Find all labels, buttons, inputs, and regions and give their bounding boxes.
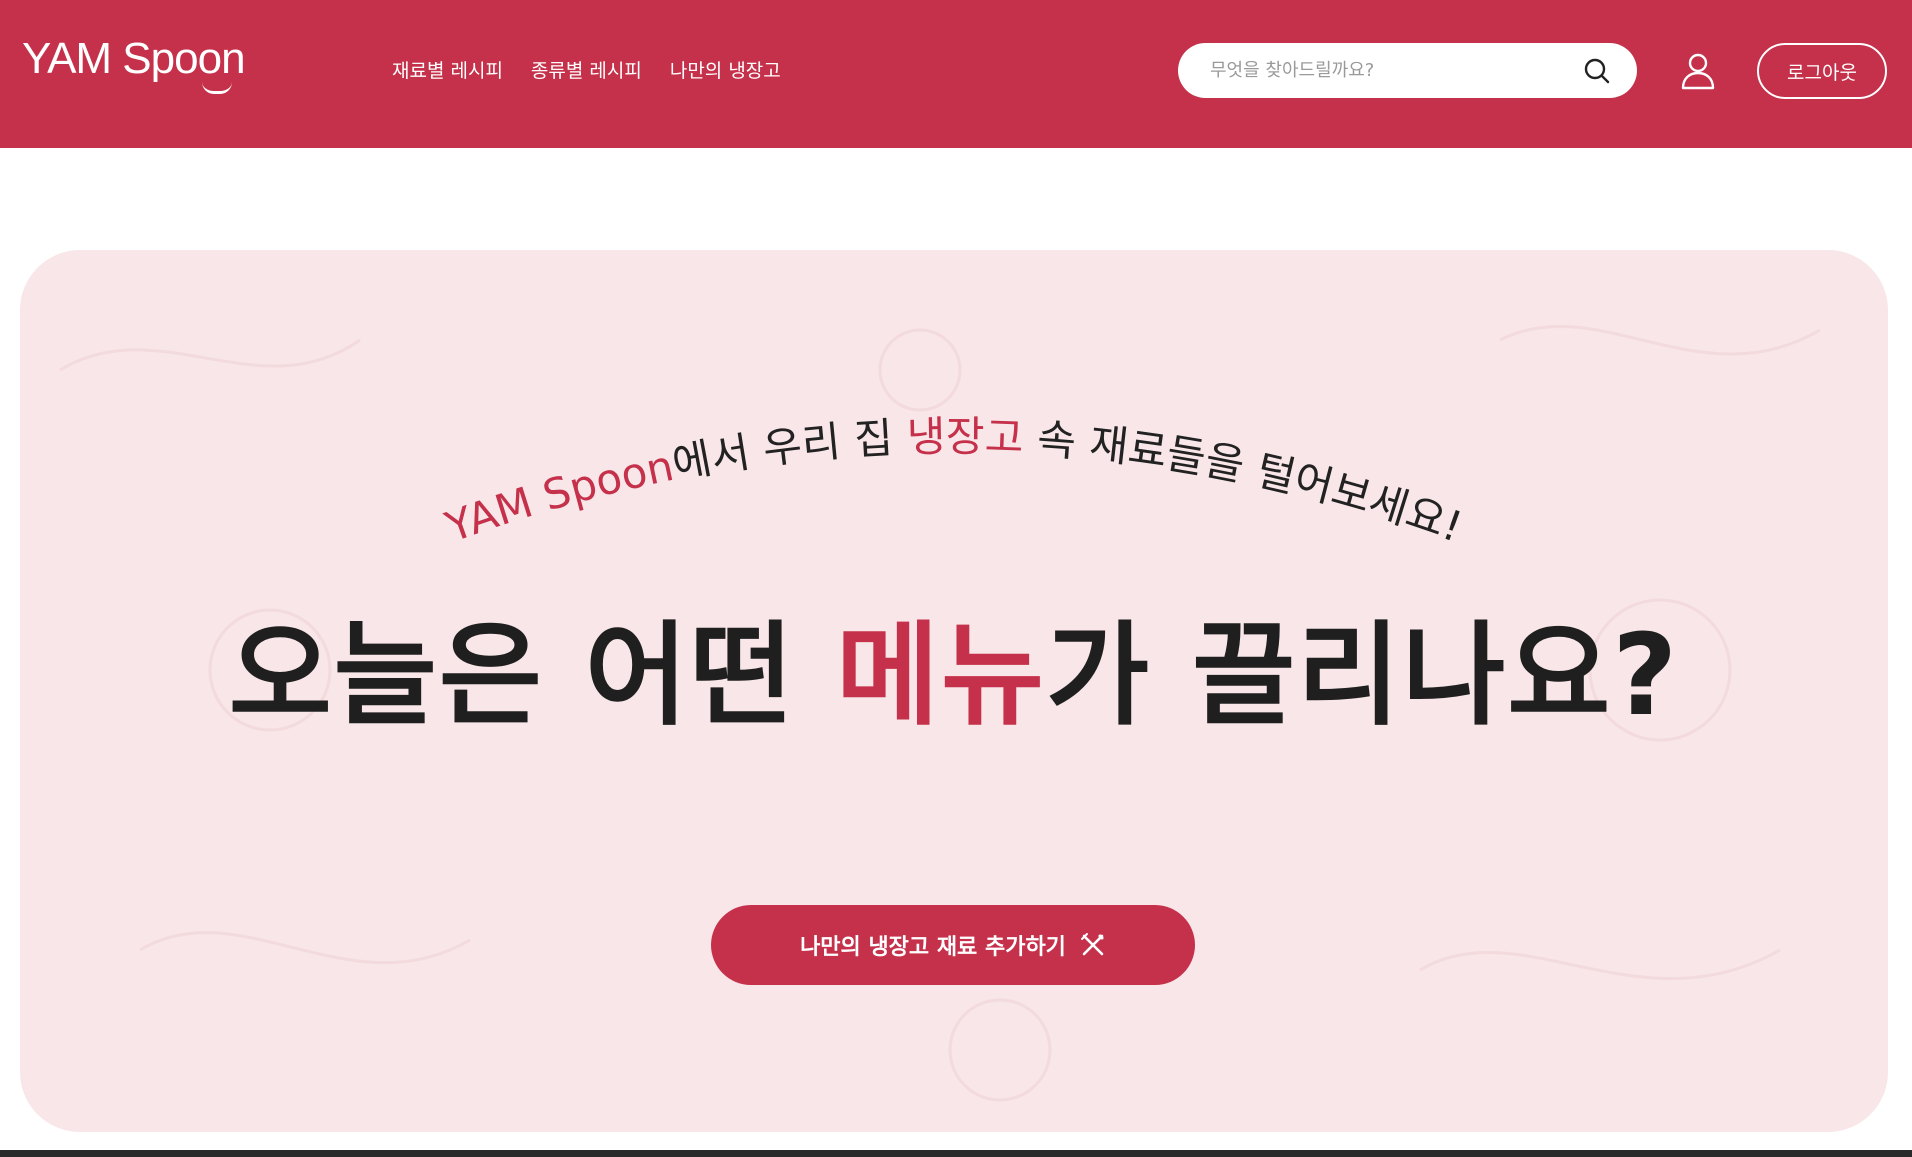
svg-text:YAM Spoon에서 우리 집 냉장고 속 재료들을 털어: YAM Spoon에서 우리 집 냉장고 속 재료들을 털어보세요! [439, 412, 1469, 552]
hero-banner: YAM Spoon에서 우리 집 냉장고 속 재료들을 털어보세요! 오늘은 어… [20, 250, 1888, 1132]
headline-post: 가 끌리나요? [1046, 611, 1680, 741]
cta-label: 나만의 냉장고 재료 추가하기 [800, 935, 1066, 960]
add-fridge-ingredients-button[interactable]: 나만의 냉장고 재료 추가하기 [711, 905, 1195, 985]
logout-button[interactable]: 로그아웃 [1757, 43, 1887, 99]
bottom-edge-bar [0, 1150, 1912, 1157]
subtitle-brand: YAM Spoon [439, 441, 678, 552]
search-icon[interactable] [1583, 57, 1611, 85]
headline-accent: 메뉴 [835, 611, 1047, 741]
subtitle-mid: 에서 우리 집 [668, 413, 907, 489]
subtitle-end: 속 재료들을 털어보세요! [1022, 414, 1468, 552]
search-bar [1178, 43, 1637, 98]
nav-item-category-recipes[interactable]: 종류별 레시피 [531, 56, 642, 83]
main-nav: 재료별 레시피 종류별 레시피 나만의 냉장고 [392, 56, 781, 83]
utensils-icon [1080, 933, 1104, 956]
search-input[interactable] [1210, 43, 1560, 98]
headline-pre: 오늘은 어떤 [228, 611, 836, 741]
nav-item-my-fridge[interactable]: 나만의 냉장고 [670, 56, 781, 83]
brand-logo[interactable]: YAM Spoon [22, 34, 246, 94]
top-header: YAM Spoon 재료별 레시피 종류별 레시피 나만의 냉장고 로그아웃 [0, 0, 1912, 148]
logo-spoon-mark [202, 82, 232, 94]
subtitle-accent: 냉장고 [906, 412, 1024, 463]
hero-headline: 오늘은 어떤 메뉴가 끌리나요? [20, 585, 1888, 747]
nav-item-ingredient-recipes[interactable]: 재료별 레시피 [392, 56, 503, 83]
brand-logo-text: YAM Spoon [22, 34, 246, 83]
user-icon[interactable] [1680, 52, 1716, 90]
